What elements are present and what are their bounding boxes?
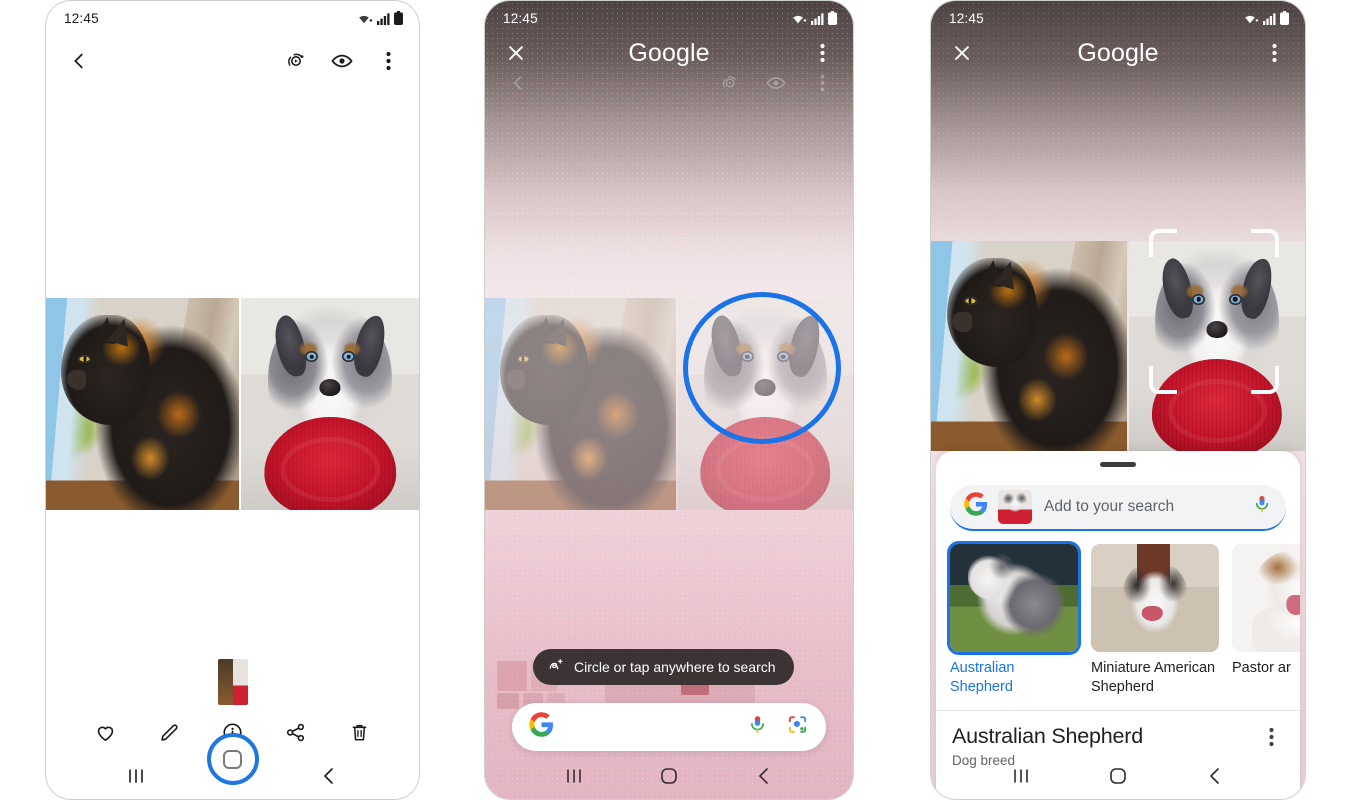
add-to-search-field[interactable]: Add to your search <box>950 484 1286 531</box>
status-bar: 12:45 <box>46 1 419 35</box>
status-bar: 12:45 <box>485 1 853 35</box>
system-nav-bar <box>931 753 1305 799</box>
bracket-top-left <box>1149 229 1177 257</box>
close-icon[interactable] <box>949 40 975 66</box>
eye-view-icon[interactable] <box>329 48 355 74</box>
battery-icon <box>1280 11 1289 25</box>
more-vertical-icon[interactable] <box>809 40 835 66</box>
result-card-australian-shepherd[interactable]: Australian Shepherd <box>950 543 1078 698</box>
google-lens-icon[interactable] <box>786 713 809 741</box>
ghost-photo-cat <box>485 298 676 510</box>
gallery-header-actions <box>283 48 401 74</box>
screenshot-stage: 12:45 12:45 Google Circle or tap anywher… <box>0 0 1352 800</box>
result-card-miniature-american-shepherd[interactable]: Miniature American Shepherd <box>1091 543 1219 698</box>
wifi-icon <box>357 12 373 25</box>
google-g-icon <box>529 712 554 742</box>
circle-search-tooltip: Circle or tap anywhere to search <box>533 649 794 685</box>
gallery-header <box>46 35 419 87</box>
result-card-image <box>1091 543 1219 652</box>
lens-header: Google <box>931 31 1305 75</box>
cellular-signal-icon <box>1263 12 1276 25</box>
cellular-signal-icon <box>377 12 390 25</box>
sheet-drag-handle[interactable] <box>1100 462 1136 467</box>
result-card-image <box>950 543 1078 652</box>
result-card-pastor[interactable]: Pastor ar <box>1232 543 1300 698</box>
filmstrip-thumbnail-row <box>46 659 419 705</box>
back-icon[interactable] <box>316 763 342 789</box>
result-card-label: Australian Shepherd <box>950 659 1015 696</box>
back-icon[interactable] <box>751 763 777 789</box>
recents-icon[interactable] <box>1008 763 1034 789</box>
results-bottom-sheet: Add to your search Australian Shepherd M… <box>936 451 1300 799</box>
status-time: 12:45 <box>949 10 984 26</box>
more-vertical-icon[interactable] <box>1258 724 1284 750</box>
photo-row <box>46 298 419 510</box>
status-icon-group <box>357 11 403 25</box>
phone-2-circle-to-search: 12:45 Google Circle or tap anywhere to s… <box>484 0 854 800</box>
chevron-left-icon[interactable] <box>66 48 92 74</box>
status-icon-group <box>791 11 837 25</box>
photo-cat[interactable] <box>931 241 1127 451</box>
close-icon[interactable] <box>503 40 529 66</box>
home-square-glyph <box>223 749 242 769</box>
battery-icon <box>828 11 837 25</box>
tooltip-label: Circle or tap anywhere to search <box>574 659 776 675</box>
heart-icon[interactable] <box>93 719 119 745</box>
photo-cat[interactable] <box>46 298 240 510</box>
visual-match-cards: Australian Shepherd Miniature American S… <box>950 543 1300 698</box>
search-pill-actions <box>747 713 809 741</box>
photo-dog[interactable] <box>241 298 419 510</box>
status-time: 12:45 <box>503 10 538 26</box>
home-icon[interactable] <box>1105 763 1131 789</box>
status-bar: 12:45 <box>931 1 1305 35</box>
wifi-icon <box>1243 12 1259 25</box>
google-wordmark: Google <box>628 38 710 67</box>
cellular-signal-icon <box>811 12 824 25</box>
share-icon[interactable] <box>283 719 309 745</box>
lens-header: Google <box>485 31 853 75</box>
status-icon-group <box>1243 11 1289 25</box>
bracket-bottom-left <box>1149 366 1177 394</box>
circle-gesture-icon <box>547 657 565 678</box>
microphone-icon[interactable] <box>747 714 768 740</box>
trash-icon[interactable] <box>346 719 372 745</box>
add-to-search-placeholder: Add to your search <box>1044 497 1175 515</box>
microphone-icon[interactable] <box>1252 494 1272 519</box>
google-search-pill[interactable] <box>512 703 826 751</box>
lens-selection-brackets <box>1149 229 1279 394</box>
home-button-highlight[interactable] <box>206 733 259 785</box>
circle-to-search-selection <box>683 292 841 444</box>
back-icon[interactable] <box>1202 763 1228 789</box>
breed-title: Australian Shepherd <box>952 723 1144 748</box>
dog-photo-art <box>241 298 419 510</box>
filmstrip-thumbnail[interactable] <box>217 659 248 705</box>
bracket-top-right <box>1251 229 1279 257</box>
result-card-label: Pastor ar <box>1232 659 1291 676</box>
result-card-image <box>1232 543 1300 652</box>
home-icon[interactable] <box>656 763 682 789</box>
more-vertical-icon[interactable] <box>375 48 401 74</box>
bracket-bottom-right <box>1251 366 1279 394</box>
google-wordmark: Google <box>1077 38 1159 67</box>
phone-3-lens-results: 12:45 Google Add to your search Australi… <box>930 0 1306 800</box>
cat-photo-art <box>46 298 240 510</box>
more-vertical-icon[interactable] <box>1261 40 1287 66</box>
pencil-icon[interactable] <box>156 719 182 745</box>
selected-image-thumbnail <box>998 489 1032 524</box>
result-card-label: Miniature American Shepherd <box>1091 659 1216 696</box>
wifi-icon <box>791 12 807 25</box>
system-nav-bar <box>485 753 853 799</box>
status-time: 12:45 <box>64 10 99 26</box>
phone-1-gallery: 12:45 <box>45 0 420 800</box>
recents-icon[interactable] <box>123 763 149 789</box>
recents-icon[interactable] <box>561 763 587 789</box>
battery-icon <box>394 11 403 25</box>
motion-photo-icon[interactable] <box>283 48 309 74</box>
google-g-icon <box>964 492 988 521</box>
